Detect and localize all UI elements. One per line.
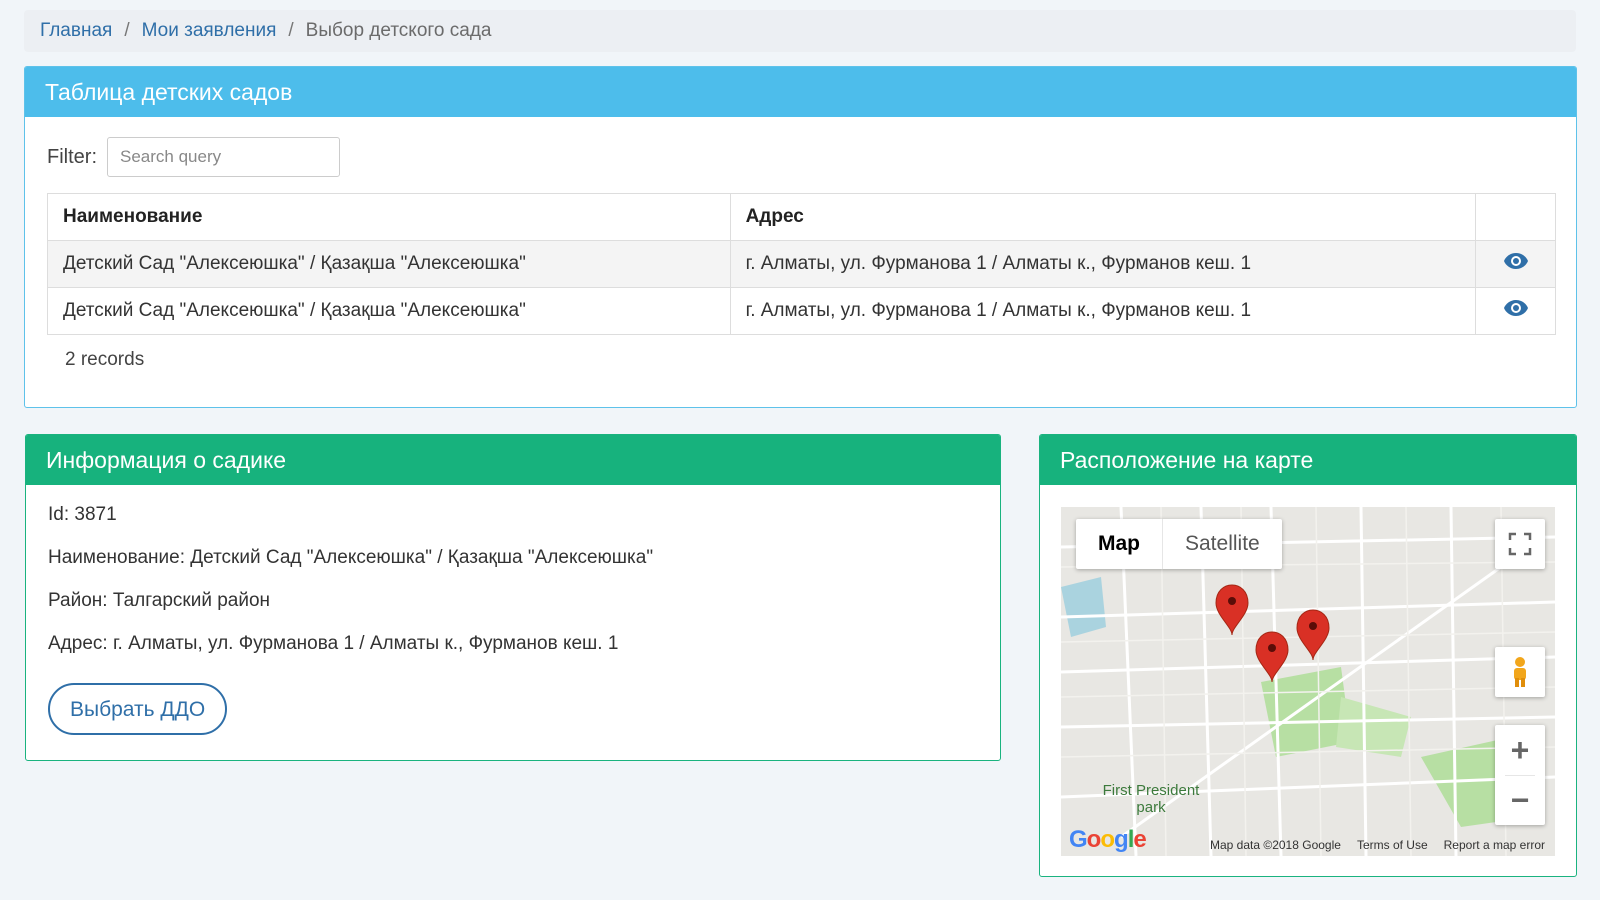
info-id: Id: 3871 (48, 504, 117, 525)
report-map-error-link[interactable]: Report a map error (1444, 838, 1545, 852)
map-type-toggle: Map Satellite (1076, 519, 1282, 569)
map-type-map-button[interactable]: Map (1076, 519, 1163, 569)
panel-title: Расположение на карте (1040, 435, 1576, 485)
table-header-row: Наименование Адрес (47, 193, 1556, 241)
column-header-name[interactable]: Наименование (47, 193, 731, 241)
info-district: Район: Талгарский район (48, 590, 271, 611)
fullscreen-icon[interactable] (1495, 519, 1545, 569)
row-action-cell (1475, 287, 1556, 335)
pegman-icon[interactable] (1495, 647, 1545, 697)
panel-title: Таблица детских садов (25, 67, 1576, 117)
filter-row: Filter: (47, 137, 340, 177)
zoom-in-button[interactable]: + (1511, 725, 1530, 775)
breadcrumb-current: Выбор детского сада (305, 20, 492, 41)
records-count: 2 records (65, 349, 145, 370)
select-kindergarten-button[interactable]: Выбрать ДДО (48, 683, 228, 735)
row-name-cell: Детский Сад "Алексеюшка" / Қазақша "Алек… (47, 240, 731, 288)
map-panel: Расположение на карте Map Satellite + − … (1039, 434, 1577, 877)
kindergarten-table-panel: Таблица детских садов Filter: Наименован… (24, 66, 1577, 408)
table-row[interactable]: Детский Сад "Алексеюшка" / Қазақша "Алек… (47, 240, 1556, 288)
eye-icon[interactable] (1503, 300, 1529, 322)
info-address: Адрес: г. Алматы, ул. Фурманова 1 / Алма… (48, 633, 619, 654)
info-name: Наименование: Детский Сад "Алексеюшка" /… (48, 547, 654, 568)
zoom-controls: + − (1495, 725, 1545, 825)
map-type-satellite-button[interactable]: Satellite (1163, 519, 1282, 569)
breadcrumb-home-link[interactable]: Главная (40, 20, 112, 42)
park-label: First President park (1102, 782, 1200, 816)
filter-label: Filter: (47, 145, 97, 168)
terms-link[interactable]: Terms of Use (1357, 838, 1428, 852)
map-data-credit: Map data ©2018 Google (1210, 838, 1341, 852)
column-header-address[interactable]: Адрес (729, 193, 1477, 241)
panel-title: Информация о садике (26, 435, 1000, 485)
row-address-cell: г. Алматы, ул. Фурманова 1 / Алматы к., … (729, 287, 1477, 335)
row-name-cell: Детский Сад "Алексеюшка" / Қазақша "Алек… (47, 287, 731, 335)
kindergarten-info-panel: Информация о садике Id: 3871 Наименовани… (25, 434, 1001, 761)
zoom-out-button[interactable]: − (1511, 776, 1530, 825)
map-footer: Map data ©2018 Google Terms of Use Repor… (1210, 838, 1545, 852)
google-map[interactable]: Map Satellite + − First President park G… (1061, 507, 1555, 856)
kindergarten-table: Наименование Адрес Детский Сад "Алексеюш… (47, 193, 1556, 335)
breadcrumb-separator: / (288, 20, 294, 41)
breadcrumb-applications-link[interactable]: Мои заявления (142, 20, 277, 42)
breadcrumb: Главная / Мои заявления / Выбор детского… (24, 10, 1576, 52)
eye-icon[interactable] (1503, 253, 1529, 275)
row-address-cell: г. Алматы, ул. Фурманова 1 / Алматы к., … (729, 240, 1477, 288)
google-logo: Google (1069, 826, 1147, 853)
breadcrumb-separator: / (124, 20, 130, 41)
info-body: Id: 3871 Наименование: Детский Сад "Алек… (26, 485, 1000, 753)
table-row[interactable]: Детский Сад "Алексеюшка" / Қазақша "Алек… (47, 287, 1556, 335)
column-header-actions (1475, 193, 1556, 241)
row-action-cell (1475, 240, 1556, 288)
search-input[interactable] (107, 137, 340, 177)
